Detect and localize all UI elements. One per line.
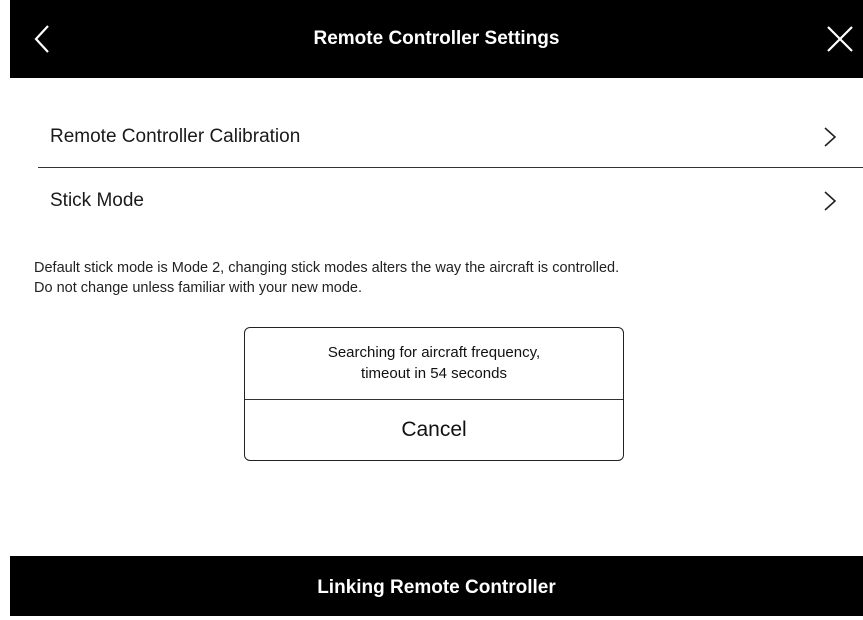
note-line-1: Default stick mode is Mode 2, changing s… xyxy=(34,260,620,276)
status-bar: Linking Remote Controller xyxy=(10,556,863,616)
note-line-2: Do not change unless familiar with your … xyxy=(34,280,363,296)
settings-panel xyxy=(10,0,863,616)
dialog-message: Searching for aircraft frequency, timeou… xyxy=(245,342,623,384)
header-bar: Remote Controller Settings xyxy=(10,0,863,78)
left-margin xyxy=(0,0,10,616)
cancel-button[interactable]: Cancel xyxy=(245,400,623,460)
close-icon xyxy=(827,26,853,52)
menu-item-stick-mode[interactable]: Stick Mode xyxy=(10,168,863,234)
dialog-message-line-1: Searching for aircraft frequency, xyxy=(327,344,541,361)
menu-item-label: Remote Controller Calibration xyxy=(50,126,301,147)
chevron-right-icon xyxy=(824,191,837,211)
menu-item-calibration[interactable]: Remote Controller Calibration xyxy=(10,104,863,170)
close-button[interactable] xyxy=(823,22,857,56)
menu-item-label: Stick Mode xyxy=(50,190,144,211)
page-title: Remote Controller Settings xyxy=(313,28,560,49)
searching-dialog: Searching for aircraft frequency, timeou… xyxy=(244,327,624,461)
chevron-right-icon xyxy=(824,127,837,147)
stick-mode-note: Default stick mode is Mode 2, changing s… xyxy=(34,258,859,298)
dialog-message-line-2: timeout in 54 seconds xyxy=(361,365,507,382)
